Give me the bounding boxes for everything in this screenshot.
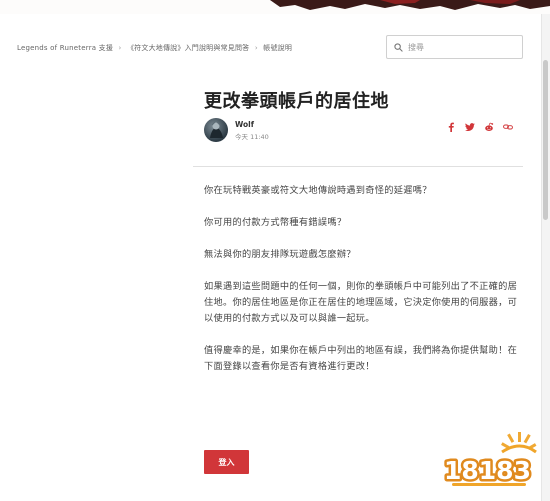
breadcrumb: Legends of Runeterra 支援 › 《符文大地傳說》入門說明與常… (17, 43, 292, 55)
article-paragraph: 無法與你的朋友排隊玩遊戲怎麼辦？ (204, 249, 356, 260)
breadcrumb-item-support[interactable]: Legends of Runeterra 支援 (17, 44, 113, 52)
article-paragraph: 你在玩特戰英豪或符文大地傳說時遇到奇怪的延遲嗎？ (204, 185, 432, 196)
header-divider (193, 166, 523, 167)
article-paragraph: 如果遇到這些問題中的任何一個，則你的拳頭帳戶中可能列出了不正確的居住地。你的居住… (204, 281, 518, 324)
search-icon (394, 42, 403, 52)
link-icon[interactable] (503, 122, 513, 132)
article-paragraph: 值得慶幸的是，如果你在帳戶中列出的地區有誤，我們將為你提供幫助！在下面登錄以查看… (204, 345, 518, 372)
post-time: 今天 11:40 (235, 133, 269, 141)
breadcrumb-separator: › (254, 44, 258, 52)
watermark-text: 18183 (444, 456, 531, 485)
facebook-icon[interactable] (446, 122, 456, 132)
page-title: 更改拳頭帳戶的居住地 (204, 91, 389, 112)
share-buttons (446, 122, 513, 134)
twitter-icon[interactable] (465, 122, 475, 132)
search-input[interactable] (408, 42, 513, 52)
watermark-logo: 18183 (438, 432, 540, 494)
reddit-icon[interactable] (484, 122, 494, 132)
top-banner (0, 0, 550, 14)
article-paragraph: 你可用的付款方式幣種有錯誤嗎？ (204, 217, 347, 228)
breadcrumb-item-account-help[interactable]: 帳號說明 (263, 44, 292, 52)
scrollbar-thumb[interactable] (543, 60, 548, 220)
author-name[interactable]: Wolf (235, 120, 254, 129)
article-body: 你在玩特戰英豪或符文大地傳說時遇到奇怪的延遲嗎？ 你可用的付款方式幣種有錯誤嗎？… (204, 183, 522, 391)
breadcrumb-item-getting-started[interactable]: 《符文大地傳說》入門說明與常見問答 (127, 44, 249, 52)
search-box[interactable] (386, 35, 523, 59)
avatar (204, 118, 228, 142)
breadcrumb-separator: › (118, 44, 122, 52)
login-button[interactable]: 登入 (204, 450, 249, 474)
